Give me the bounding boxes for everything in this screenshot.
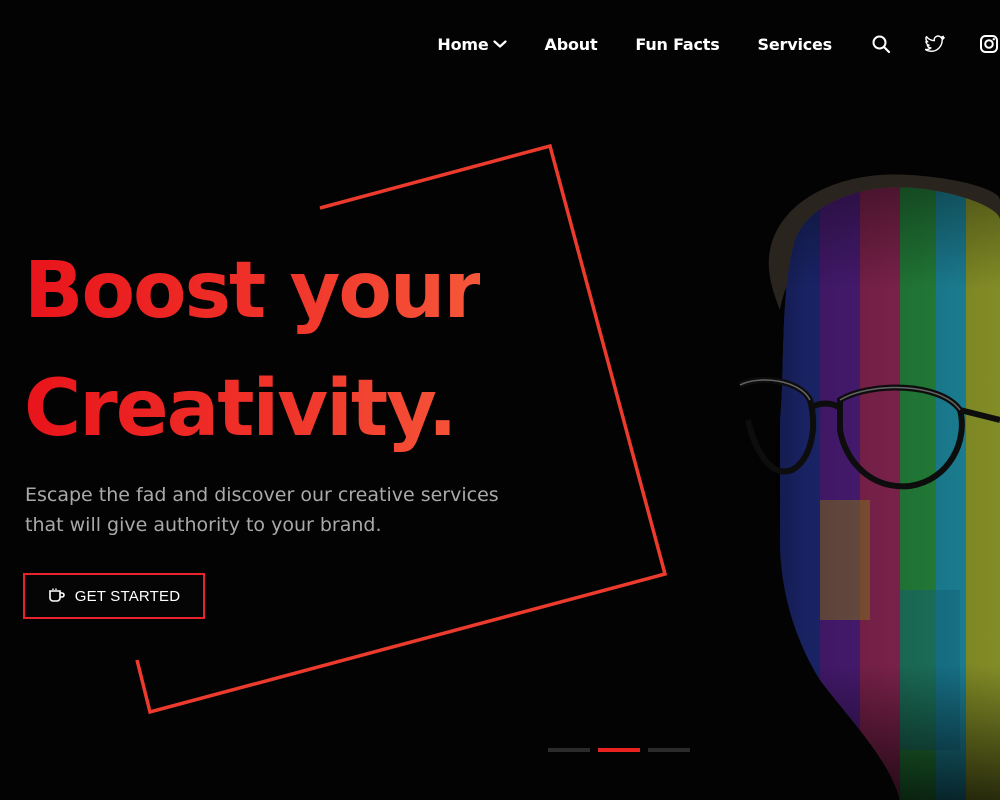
get-started-button[interactable]: GET STARTED (23, 573, 205, 619)
slide-indicator[interactable] (648, 748, 690, 752)
hero-headline-line2: Creativity. (24, 364, 456, 454)
slide-indicator[interactable] (548, 748, 590, 752)
hero-page: Home About Fun Facts Services Boost your… (0, 0, 1000, 800)
hero-headline: Boost your Creativity. (24, 232, 480, 468)
hero-subtitle-line1: Escape the fad and discover our creative… (25, 484, 499, 506)
hero-portrait-image (738, 174, 1000, 800)
coffee-cup-icon (48, 588, 66, 604)
slider-pagination (548, 748, 698, 752)
slide-indicator-active[interactable] (598, 748, 640, 752)
hero-subtitle-line2: that will give authority to your brand. (25, 514, 382, 536)
hero-headline-line1: Boost your (24, 246, 480, 336)
hero-subtitle: Escape the fad and discover our creative… (25, 480, 545, 540)
get-started-label: GET STARTED (74, 587, 181, 605)
